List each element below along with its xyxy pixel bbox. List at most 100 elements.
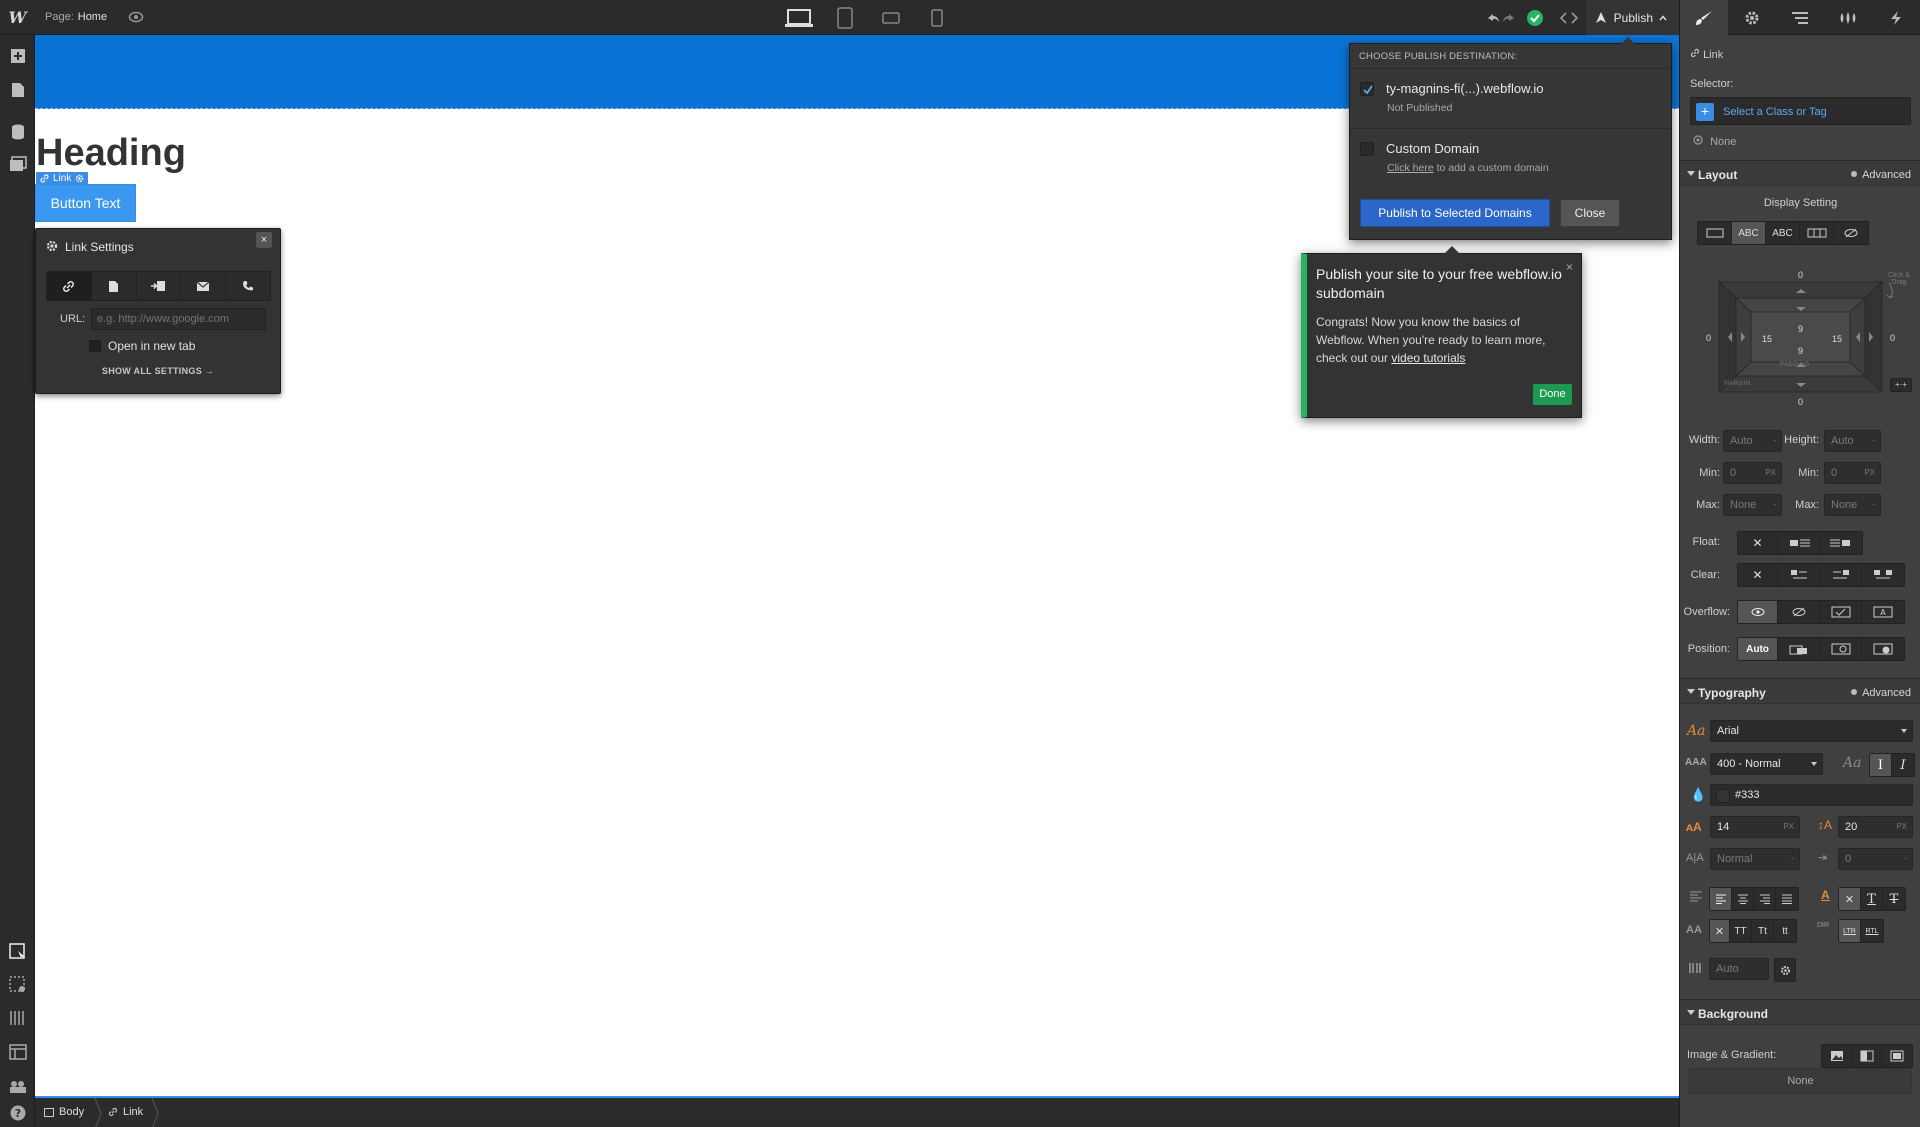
- show-all-settings-link[interactable]: SHOW ALL SETTINGS →: [36, 366, 280, 376]
- email-link-type-icon[interactable]: [181, 272, 227, 300]
- clear-none-icon[interactable]: ✕: [1738, 564, 1778, 586]
- video-tutorials-link[interactable]: video tutorials: [1391, 351, 1465, 365]
- gear-icon[interactable]: [75, 174, 84, 183]
- add-gradient-icon[interactable]: [1852, 1045, 1882, 1067]
- breadcrumb-link[interactable]: Link: [108, 1106, 143, 1118]
- phone-link-type-icon[interactable]: [226, 272, 270, 300]
- letter-spacing-input[interactable]: Normal -: [1710, 848, 1800, 870]
- padding-bottom-value[interactable]: 9: [1798, 346, 1803, 356]
- font-family-select[interactable]: Arial: [1710, 720, 1913, 742]
- font-style-italic-icon[interactable]: I: [1892, 754, 1914, 776]
- position-absolute-icon[interactable]: [1820, 638, 1862, 660]
- webflow-logo[interactable]: W: [0, 0, 35, 35]
- preview-bounds-icon[interactable]: [0, 968, 35, 1002]
- add-image-icon[interactable]: [1822, 1045, 1852, 1067]
- close-icon[interactable]: ×: [1566, 260, 1573, 274]
- align-left-icon[interactable]: [1710, 888, 1732, 910]
- layout-section-header[interactable]: Layout Advanced: [1680, 160, 1920, 186]
- font-size-input[interactable]: 14 PX: [1710, 816, 1800, 838]
- mobile-portrait-icon[interactable]: [918, 5, 956, 30]
- help-icon[interactable]: ?: [0, 1096, 35, 1127]
- decoration-underline-icon[interactable]: T: [1861, 888, 1883, 910]
- section-link-type-icon[interactable]: [137, 272, 182, 300]
- float-none-icon[interactable]: ✕: [1738, 532, 1778, 554]
- min-width-input[interactable]: 0 PX: [1723, 462, 1782, 484]
- tablet-icon[interactable]: [826, 5, 864, 30]
- page-selector[interactable]: Page: Home: [45, 11, 107, 23]
- tab-style[interactable]: [1680, 0, 1728, 35]
- code-icon[interactable]: [1552, 0, 1586, 35]
- font-color-input[interactable]: #333: [1710, 784, 1913, 806]
- clear-right-icon[interactable]: [1820, 564, 1862, 586]
- direction-rtl-option[interactable]: RTL: [1861, 920, 1883, 942]
- breadcrumb-body[interactable]: Body: [44, 1106, 84, 1118]
- selector-input[interactable]: + Select a Class or Tag: [1690, 97, 1911, 125]
- columns-input[interactable]: Auto: [1709, 958, 1769, 980]
- font-color-swatch[interactable]: [1716, 789, 1730, 803]
- webflow-subdomain-checkbox[interactable]: [1360, 82, 1374, 96]
- open-new-tab-checkbox[interactable]: [89, 340, 101, 352]
- padding-left-value[interactable]: 15: [1762, 334, 1772, 344]
- undo-redo-icon[interactable]: [1484, 0, 1518, 35]
- text-indent-input[interactable]: 0-: [1838, 848, 1913, 870]
- padding-right-value[interactable]: 15: [1832, 334, 1842, 344]
- box-model[interactable]: 0 0 0 0 9 9 15 15 PADDING MARGIN Click &…: [1680, 270, 1920, 407]
- transform-capitalize-option[interactable]: Tt: [1752, 920, 1774, 942]
- pages-icon[interactable]: [0, 73, 35, 107]
- asset-manager-icon[interactable]: [0, 147, 35, 181]
- publish-to-selected-button[interactable]: Publish to Selected Domains: [1360, 199, 1550, 227]
- background-image-list[interactable]: None: [1689, 1068, 1912, 1094]
- close-icon[interactable]: ×: [256, 232, 272, 248]
- display-none-option[interactable]: [1834, 222, 1868, 244]
- tab-navigator[interactable]: [1776, 0, 1824, 35]
- close-publish-button[interactable]: Close: [1560, 199, 1620, 227]
- expand-spacing-icon[interactable]: +·+: [1890, 378, 1912, 392]
- publish-button[interactable]: Publish: [1585, 0, 1679, 35]
- padding-top-value[interactable]: 9: [1798, 324, 1803, 334]
- float-left-icon[interactable]: [1778, 532, 1820, 554]
- add-color-overlay-icon[interactable]: [1882, 1045, 1912, 1067]
- background-section-header[interactable]: Background: [1680, 999, 1920, 1025]
- transform-uppercase-option[interactable]: TT: [1730, 920, 1752, 942]
- margin-right-value[interactable]: 0: [1890, 333, 1895, 343]
- preview-eye-icon[interactable]: [128, 9, 144, 25]
- site-status-check-icon[interactable]: [1518, 0, 1552, 35]
- url-link-type-icon[interactable]: [47, 272, 92, 300]
- overflow-auto-icon[interactable]: A: [1862, 601, 1904, 623]
- cms-database-icon[interactable]: [0, 115, 35, 149]
- done-button[interactable]: Done: [1533, 384, 1572, 405]
- display-block-option[interactable]: [1698, 222, 1732, 244]
- display-flex-option[interactable]: [1800, 222, 1834, 244]
- typography-section-header[interactable]: Typography Advanced: [1680, 678, 1920, 704]
- clear-left-icon[interactable]: [1778, 564, 1820, 586]
- overflow-hidden-icon[interactable]: [1778, 601, 1820, 623]
- button-element[interactable]: Button Text: [35, 184, 136, 222]
- margin-top-value[interactable]: 0: [1798, 270, 1803, 280]
- mobile-landscape-icon[interactable]: [872, 5, 910, 30]
- tab-settings[interactable]: [1728, 0, 1776, 35]
- min-height-input[interactable]: 0 PX: [1824, 462, 1881, 484]
- margin-left-value[interactable]: 0: [1706, 333, 1711, 343]
- heading-element[interactable]: Heading: [36, 132, 186, 175]
- tab-interactions[interactable]: [1872, 0, 1920, 35]
- desktop-icon[interactable]: [780, 5, 818, 30]
- height-input[interactable]: Auto -: [1824, 430, 1881, 452]
- display-inline-block-option[interactable]: ABC: [1732, 222, 1766, 244]
- click-here-link[interactable]: Click here: [1387, 162, 1434, 174]
- custom-domain-option[interactable]: Custom Domain Click here to add a custom…: [1350, 128, 1671, 188]
- overflow-scroll-icon[interactable]: [1820, 601, 1862, 623]
- align-center-icon[interactable]: [1732, 888, 1754, 910]
- transform-none-icon[interactable]: ✕: [1710, 920, 1730, 942]
- display-inline-option[interactable]: ABC: [1766, 222, 1800, 244]
- clear-both-icon[interactable]: [1862, 564, 1904, 586]
- layout-advanced-toggle[interactable]: Advanced: [1851, 169, 1911, 181]
- typography-advanced-toggle[interactable]: Advanced: [1851, 687, 1911, 699]
- float-right-icon[interactable]: [1820, 532, 1862, 554]
- line-height-input[interactable]: 20 PX: [1838, 816, 1913, 838]
- xray-mode-icon[interactable]: [0, 1035, 35, 1069]
- selected-element-tag[interactable]: Link: [36, 172, 89, 185]
- position-fixed-icon[interactable]: [1862, 638, 1904, 660]
- width-input[interactable]: Auto -: [1723, 430, 1782, 452]
- transform-lowercase-option[interactable]: tt: [1774, 920, 1796, 942]
- add-elements-icon[interactable]: [0, 39, 35, 73]
